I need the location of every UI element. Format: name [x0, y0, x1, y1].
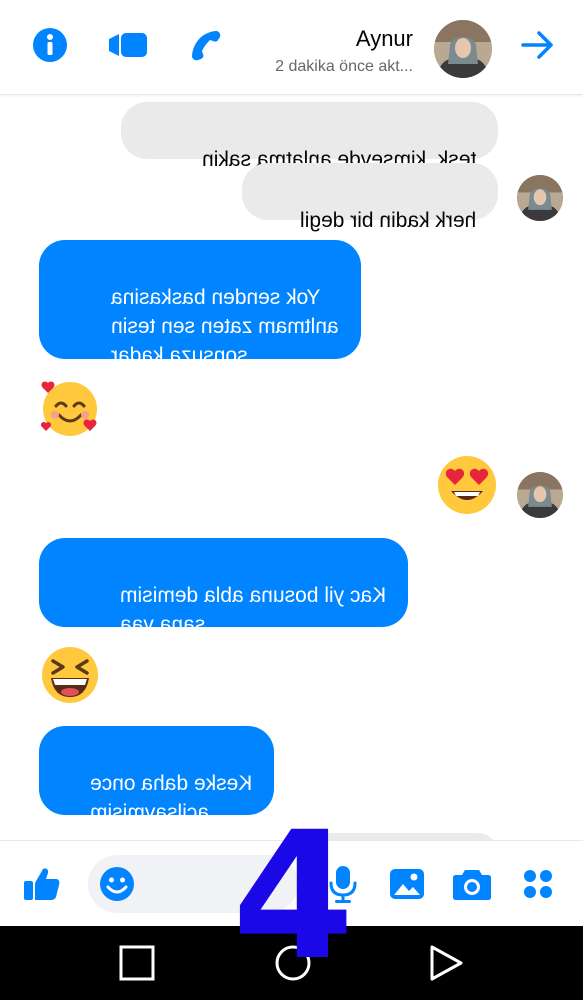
info-icon[interactable]: [30, 25, 70, 65]
message-bubble-received[interactable]: tesk. kimseyde anlatma sakin: [121, 102, 498, 171]
grinning-squinting-face-emoji[interactable]: [38, 643, 102, 707]
message-bubble-sent[interactable]: Kac yil bosuna abla demisim sana yaa: [39, 538, 408, 636]
camera-icon[interactable]: [451, 863, 493, 905]
conversation-header: Aynur 2 dakika önce akt...: [0, 0, 583, 95]
message-text: Kac yil bosuna abla demisim sana yaa: [119, 584, 386, 636]
message-text: herk kadin bir degil: [299, 209, 476, 232]
message-bubble-received[interactable]: herk kadin bir degil: [242, 163, 498, 232]
emoji-icon[interactable]: [96, 863, 138, 905]
message-text: Keske daha once acilsaymisim: [89, 772, 252, 824]
back-triangle-icon[interactable]: [425, 942, 467, 984]
message-bubble-sent[interactable]: Yok senden baskasina anltmam zaten sen t…: [39, 240, 361, 367]
forward-arrow-icon[interactable]: [518, 25, 558, 65]
overlay-number: 4: [232, 794, 355, 999]
message-text: Yok senden baskasina anltmam zaten sen t…: [111, 286, 339, 367]
active-status: 2 dakika önce akt...: [275, 58, 413, 75]
sender-avatar[interactable]: [517, 175, 563, 221]
more-apps-icon[interactable]: [517, 863, 559, 905]
message-list[interactable]: tesk. kimseyde anlatma sakin herk kadin …: [0, 95, 583, 840]
smiling-face-with-hearts-emoji[interactable]: [38, 377, 102, 441]
contact-name[interactable]: Aynur: [153, 26, 413, 52]
gallery-icon[interactable]: [386, 863, 428, 905]
contact-avatar[interactable]: [434, 20, 492, 78]
like-icon[interactable]: [20, 863, 62, 905]
video-call-icon[interactable]: [108, 25, 148, 65]
heart-eyes-emoji[interactable]: [435, 453, 499, 517]
recents-square-icon[interactable]: [116, 942, 158, 984]
sender-avatar[interactable]: [517, 472, 563, 518]
